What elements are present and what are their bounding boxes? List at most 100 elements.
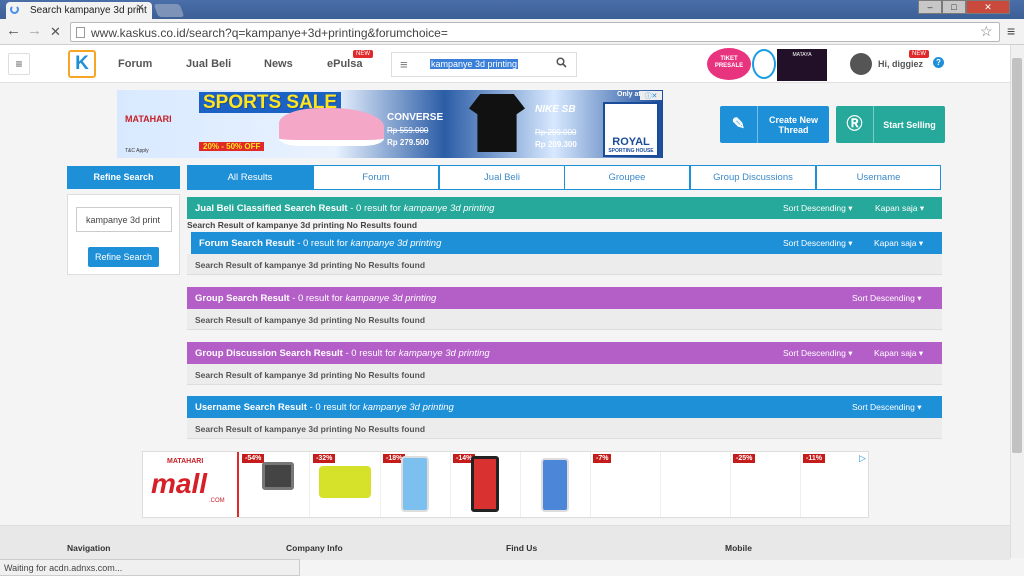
bookmark-star-icon[interactable]: ☆	[980, 23, 993, 40]
search-filter-menu-icon[interactable]: ≡	[400, 57, 408, 72]
product-tile[interactable]	[661, 452, 731, 517]
discount-badge: -11%	[803, 454, 825, 463]
action-camera-image	[262, 462, 294, 490]
sort-label: Sort Descending	[783, 203, 846, 213]
sort-dropdown[interactable]: Sort Descending ▾	[852, 293, 921, 304]
close-window-button[interactable]: ✕	[966, 0, 1010, 14]
ad-close-icon[interactable]: ⓘ✕	[640, 91, 662, 100]
discount-badge: -25%	[733, 454, 756, 463]
sort-dropdown[interactable]: Sort Descending ▾	[783, 238, 852, 249]
forward-arrow-icon[interactable]: →	[27, 22, 42, 39]
username-result-header: Username Search Result - 0 result for ka…	[187, 396, 942, 418]
user-greeting[interactable]: Hi, diggiez	[878, 59, 923, 69]
result-count: - 0 result for	[289, 293, 346, 304]
stop-loading-icon[interactable]: ✕	[50, 24, 61, 40]
search-icon[interactable]	[556, 57, 567, 71]
sort-label: Sort Descending	[852, 402, 915, 412]
section-title: Group Search Result	[195, 293, 290, 304]
help-icon[interactable]: ?	[933, 57, 944, 68]
status-bar-area	[300, 565, 1024, 576]
matahari-logo: MATAHARI	[125, 114, 172, 124]
browser-tab[interactable]: Search kampanye 3d print	[6, 2, 152, 19]
tab-groupee[interactable]: Groupee	[564, 165, 690, 190]
tac-note: T&C Apply	[125, 148, 149, 154]
refine-search-button[interactable]: Refine Search	[88, 247, 159, 267]
sort-dropdown[interactable]: Sort Descending ▾	[852, 402, 921, 413]
result-count: - 0 result for	[306, 402, 363, 413]
nav-news[interactable]: News	[264, 58, 293, 70]
product-tile[interactable]: -32%	[311, 452, 381, 517]
tab-jual-beli[interactable]: Jual Beli	[439, 165, 565, 190]
back-arrow-icon[interactable]: ←	[6, 22, 21, 39]
url-text[interactable]: www.kaskus.co.id/search?q=kampanye+3d+pr…	[91, 26, 448, 40]
discount-badge: -54%	[242, 454, 265, 463]
tab-group-discussions[interactable]: Group Discussions	[690, 165, 816, 190]
tiket-presale-promo[interactable]: TIKET PRESALE	[707, 48, 751, 80]
time-dropdown[interactable]: Kapan saja ▾	[874, 238, 923, 249]
result-query: kampanye 3d printing	[403, 203, 495, 214]
adchoices-icon[interactable]: ▷	[859, 453, 866, 464]
result-count: - 0 result for	[294, 238, 351, 249]
sort-dropdown[interactable]: Sort Descending ▾	[783, 348, 852, 359]
section-title: Username Search Result	[195, 402, 307, 413]
section-title: Forum Search Result	[199, 238, 295, 249]
kaskus-logo[interactable]: K	[68, 50, 96, 78]
time-dropdown[interactable]: Kapan saja ▾	[875, 203, 924, 214]
mascot-icon[interactable]	[752, 49, 776, 79]
sort-label: Sort Descending	[783, 238, 846, 248]
address-bar[interactable]: www.kaskus.co.id/search?q=kampanye+3d+pr…	[70, 22, 1000, 42]
tab-forum[interactable]: Forum	[313, 165, 439, 190]
tab-close-icon[interactable]: ✕	[136, 3, 144, 14]
search-input[interactable]: kampanye 3d printing	[430, 59, 519, 69]
forum-result-header: Forum Search Result - 0 result for kampa…	[191, 232, 942, 254]
scrollbar-thumb[interactable]	[1012, 58, 1022, 453]
avatar[interactable]	[850, 53, 872, 75]
product-tile[interactable]: -54%	[240, 452, 310, 517]
product-tile[interactable]	[521, 452, 591, 517]
new-tab-button[interactable]	[153, 4, 185, 17]
footer-navigation: Navigation	[67, 543, 111, 553]
converse-brand: CONVERSE	[387, 112, 444, 123]
start-selling-button[interactable]: Ⓡ Start Selling	[836, 106, 945, 143]
tab-username[interactable]: Username	[816, 165, 941, 190]
mall-dotcom: .COM	[209, 498, 225, 504]
maximize-button[interactable]: □	[942, 0, 966, 14]
result-count: - 0 result for	[347, 203, 404, 214]
jual-beli-result-header: Jual Beli Classified Search Result - 0 r…	[187, 197, 942, 219]
time-label: Kapan saja	[874, 348, 917, 358]
nav-epulsa[interactable]: ePulsa	[327, 58, 362, 70]
nav-forum[interactable]: Forum	[118, 58, 152, 70]
nav-jual-beli[interactable]: Jual Beli	[186, 58, 231, 70]
chrome-menu-icon[interactable]: ≡	[1007, 23, 1015, 39]
nike-brand: NIKE SB	[535, 104, 576, 115]
banner-ad[interactable]: MATAHARI T&C Apply SPORTS SALE 20% - 50%…	[117, 90, 663, 158]
nike-old-price: Rp 299.000	[535, 128, 577, 137]
refine-search-input[interactable]: kampanye 3d print	[76, 207, 172, 232]
product-tile[interactable]: -14%	[451, 452, 521, 517]
pencil-icon: ✎	[720, 106, 758, 143]
create-thread-label: Create New Thread	[768, 114, 819, 135]
section-title: Jual Beli Classified Search Result	[195, 203, 348, 214]
site-footer	[0, 525, 1010, 560]
time-dropdown[interactable]: Kapan saja ▾	[874, 348, 923, 359]
sale-discount: 20% - 50% OFF	[199, 142, 265, 151]
tshirt-image	[469, 94, 525, 152]
browser-tab-strip	[0, 0, 1024, 19]
product-tile[interactable]: -7%	[591, 452, 661, 517]
create-thread-button[interactable]: ✎ Create New Thread	[720, 106, 829, 143]
only-at-label: Only at	[617, 91, 641, 98]
tab-all-results[interactable]: All Results	[187, 165, 313, 190]
matahari-mall-ad[interactable]: MATAHARI mall .COM -54% -32% -18% -14% -…	[142, 451, 869, 518]
mataya-promo[interactable]: MATAYA	[777, 49, 827, 81]
minimize-button[interactable]: –	[918, 0, 942, 14]
result-query: kampanye 3d printing	[350, 238, 442, 249]
site-search-box[interactable]: ≡ kampanye 3d printing	[391, 52, 577, 77]
sort-label: Sort Descending	[852, 293, 915, 303]
hamburger-menu-icon[interactable]: ≡	[8, 53, 30, 75]
yellow-camera-image	[319, 466, 371, 498]
result-query: kampanye 3d printing	[362, 402, 454, 413]
product-tile[interactable]: -18%	[381, 452, 451, 517]
section-title: Group Discussion Search Result	[195, 348, 343, 359]
sort-dropdown[interactable]: Sort Descending ▾	[783, 203, 852, 214]
product-tile[interactable]: -25%	[731, 452, 801, 517]
